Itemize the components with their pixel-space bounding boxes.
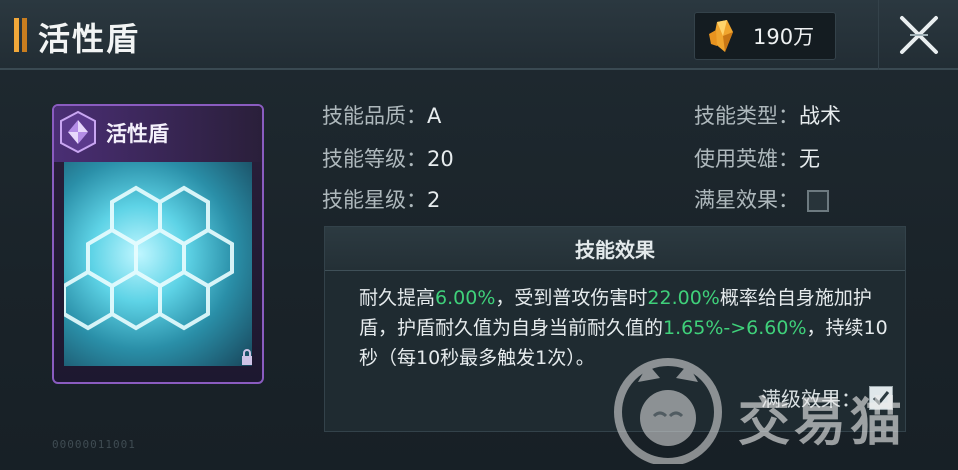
max-star-checkbox[interactable] bbox=[807, 190, 829, 212]
currency-display[interactable]: 190万 bbox=[694, 12, 836, 60]
max-star-label: 满星效果： bbox=[694, 188, 799, 212]
effect-value-2: 22.00% bbox=[647, 287, 720, 309]
effect-value-3: 1.65%->6.60% bbox=[663, 317, 807, 339]
skill-star: 技能星级：2 bbox=[322, 184, 440, 214]
skill-detail-panel: 活性盾 190万 活性盾 00000011001 技能品质：A 技能等级：20 … bbox=[0, 0, 958, 470]
effect-text-1: 耐久提高 bbox=[359, 287, 436, 309]
card-title: 活性盾 bbox=[106, 121, 169, 146]
skill-level: 技能等级：20 bbox=[322, 143, 454, 173]
hexagon-skill-icon bbox=[60, 110, 96, 154]
currency-amount: 190万 bbox=[753, 25, 815, 49]
skill-type-value: 战术 bbox=[799, 104, 841, 128]
effect-header: 技能效果 bbox=[325, 227, 905, 271]
skill-level-label: 技能等级： bbox=[322, 147, 427, 171]
card-footer-code: 00000011001 bbox=[52, 438, 136, 451]
close-icon bbox=[899, 16, 938, 54]
cat-watermark-icon bbox=[614, 358, 722, 464]
skill-star-label: 技能星级： bbox=[322, 188, 427, 212]
skill-type: 技能类型：战术 bbox=[694, 100, 841, 130]
max-star-effect: 满星效果： bbox=[694, 184, 829, 214]
skill-card[interactable]: 活性盾 bbox=[52, 104, 264, 384]
skill-quality-value: A bbox=[427, 104, 442, 128]
skill-star-value: 2 bbox=[427, 188, 441, 212]
skill-hero-value: 无 bbox=[799, 147, 820, 171]
effect-title: 技能效果 bbox=[575, 238, 655, 262]
skill-hero-label: 使用英雄： bbox=[694, 147, 799, 171]
skill-level-value: 20 bbox=[427, 147, 454, 171]
skill-type-label: 技能类型： bbox=[694, 104, 799, 128]
card-header: 活性盾 bbox=[54, 106, 262, 162]
effect-value-1: 6.00% bbox=[435, 287, 496, 309]
skill-quality: 技能品质：A bbox=[322, 100, 441, 130]
crystal-icon bbox=[709, 20, 733, 52]
close-button[interactable] bbox=[878, 0, 958, 70]
header-bar: 活性盾 190万 bbox=[0, 0, 958, 70]
skill-hero: 使用英雄：无 bbox=[694, 143, 820, 173]
title-marker bbox=[14, 18, 28, 52]
lock-icon bbox=[242, 349, 252, 365]
watermark-text: 交易猫 bbox=[738, 393, 907, 453]
skill-quality-label: 技能品质： bbox=[322, 104, 427, 128]
shield-artwork bbox=[64, 162, 252, 366]
effect-text-2: ，受到普攻伤害时 bbox=[495, 287, 648, 309]
page-title: 活性盾 bbox=[38, 20, 141, 58]
